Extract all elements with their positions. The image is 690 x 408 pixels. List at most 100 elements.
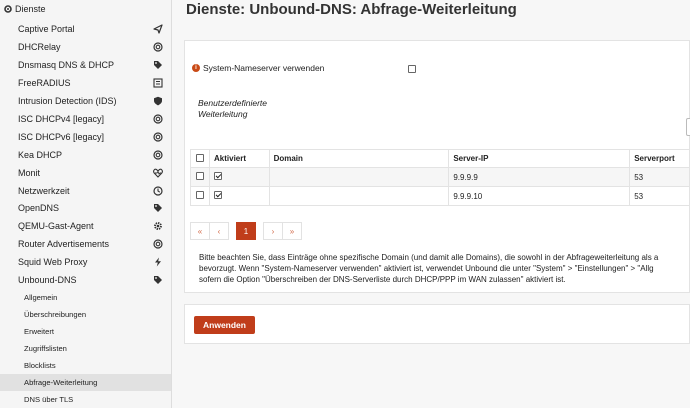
sidebar-item-label: OpenDNS — [18, 203, 60, 214]
sidebar-item-router-advertisements[interactable]: Router Advertisements — [0, 235, 171, 253]
sidebar-subitem-label: Abfrage-Weiterleitung — [24, 378, 98, 387]
sidebar-subitem-label: Zugriffslisten — [24, 344, 67, 353]
enabled-checkbox[interactable] — [214, 191, 222, 199]
sidebar-item-label: Dnsmasq DNS & DHCP — [18, 60, 115, 71]
row-select-checkbox[interactable] — [196, 191, 204, 199]
list-alt-icon — [153, 78, 163, 88]
serverport-cell: 53 — [629, 186, 690, 206]
custom-forwarding-line2: Weiterleitung — [198, 109, 248, 119]
sidebar-subitem-label: Blocklists — [24, 361, 56, 370]
sidebar-header-dienste[interactable]: Dienste — [0, 0, 171, 18]
sidebar-subitem-erweitert[interactable]: Erweitert — [0, 323, 171, 340]
bullseye-icon — [153, 150, 163, 160]
sidebar-item-label: Kea DHCP — [18, 149, 63, 160]
page-first-button[interactable]: « — [190, 222, 210, 240]
sidebar-subitem-blocklists[interactable]: Blocklists — [0, 357, 171, 374]
info-icon[interactable]: i — [192, 64, 200, 72]
sidebar-item-label: DHCRelay — [18, 42, 61, 53]
sidebar-subitem-label: DNS über TLS — [24, 395, 74, 404]
server-ip-cell: 9.9.9.9 — [448, 167, 631, 187]
sidebar-item-label: FreeRADIUS — [18, 78, 71, 89]
help-note-line1: Bitte beachten Sie, dass Einträge ohne s… — [199, 253, 659, 262]
gear-icon — [4, 5, 12, 13]
sidebar-item-label: Unbound-DNS — [18, 275, 77, 286]
sidebar-subitem-allgemein[interactable]: Allgemein — [0, 289, 171, 306]
sidebar-item-label: Intrusion Detection (IDS) — [18, 96, 117, 107]
tags-icon — [154, 204, 162, 213]
sidebar-subitem-label: Erweitert — [24, 327, 54, 336]
enabled-cell — [209, 186, 270, 206]
sidebar-item-opendns[interactable]: OpenDNS — [0, 200, 171, 218]
table-row[interactable]: 9.9.9.10 53 — [190, 186, 690, 206]
page-last-button[interactable]: » — [282, 222, 302, 240]
shield-icon — [154, 96, 162, 106]
sidebar-item-freeradius[interactable]: FreeRADIUS — [0, 74, 171, 92]
serverport-cell: 53 — [629, 167, 690, 187]
heartbeat-icon — [153, 168, 163, 178]
sidebar-subitem-label: Überschreibungen — [24, 310, 87, 319]
sidebar-subitem-label: Allgemein — [24, 293, 58, 302]
sidebar-item-label: Captive Portal — [18, 24, 75, 35]
select-all-cell — [190, 149, 210, 168]
sidebar-item-label: QEMU-Gast-Agent — [18, 221, 94, 232]
sidebar-item-dhcrelay[interactable]: DHCRelay — [0, 38, 171, 56]
sidebar-item-captive-portal[interactable]: Captive Portal — [0, 21, 171, 39]
grid-tool-button[interactable] — [686, 118, 690, 136]
apply-panel — [184, 304, 690, 344]
bullseye-icon — [153, 132, 163, 142]
row-select-cell — [190, 186, 210, 206]
pagination: « ‹ 1 › » — [190, 222, 302, 240]
sidebar-item-label: Router Advertisements — [18, 239, 110, 250]
sidebar-item-isc-dhcpv6-legacy[interactable]: ISC DHCPv6 [legacy] — [0, 128, 171, 146]
enabled-checkbox[interactable] — [214, 172, 222, 180]
system-nameserver-row: i System-Nameserver verwenden — [192, 63, 324, 73]
gear-icon — [154, 222, 162, 231]
col-header-enabled[interactable]: Aktiviert — [209, 149, 270, 168]
sidebar-item-dnsmasq-dns-dhcp[interactable]: Dnsmasq DNS & DHCP — [0, 56, 171, 74]
sidebar-item-label: ISC DHCPv4 [legacy] — [18, 113, 105, 124]
sidebar: Dienste Captive Portal DHCRelay Dnsmasq DN… — [0, 0, 172, 408]
tags-icon — [154, 276, 162, 285]
sidebar-subitem-dns-über-tls[interactable]: DNS über TLS — [0, 391, 171, 408]
col-header-server-ip[interactable]: Server-IP — [448, 149, 631, 168]
clock-icon — [153, 185, 163, 196]
table-row[interactable]: 9.9.9.9 53 — [190, 167, 690, 187]
domain-cell — [268, 186, 450, 206]
row-select-cell — [190, 167, 210, 187]
sidebar-item-isc-dhcpv4-legacy[interactable]: ISC DHCPv4 [legacy] — [0, 110, 171, 128]
row-select-checkbox[interactable] — [196, 172, 204, 180]
sidebar-item-label: ISC DHCPv6 [legacy] — [18, 131, 105, 142]
sidebar-item-label: Monit — [18, 167, 41, 178]
bullseye-icon — [153, 114, 163, 124]
sidebar-item-netzwerkzeit[interactable]: Netzwerkzeit — [0, 182, 171, 200]
help-note-line3: sofern die Option "Überschreiben der DNS… — [199, 275, 566, 284]
server-ip-cell: 9.9.9.10 — [448, 186, 631, 206]
sidebar-item-kea-dhcp[interactable]: Kea DHCP — [0, 146, 171, 164]
sidebar-subitem-überschreibungen[interactable]: Überschreibungen — [0, 306, 171, 323]
sidebar-subitem-zugriffslisten[interactable]: Zugriffslisten — [0, 340, 171, 357]
system-nameserver-checkbox[interactable] — [408, 65, 416, 73]
bolt-icon — [155, 257, 161, 267]
sidebar-item-unbound-dns[interactable]: Unbound-DNS — [0, 271, 171, 289]
col-header-serverport[interactable]: Serverport — [629, 149, 690, 168]
sidebar-subitem-abfrage-weiterleitung[interactable]: Abfrage-Weiterleitung — [0, 374, 171, 391]
select-all-checkbox[interactable] — [196, 153, 204, 162]
page-prev-button[interactable]: ‹ — [209, 222, 229, 240]
enabled-cell — [209, 167, 270, 187]
help-note: Bitte beachten Sie, dass Einträge ohne s… — [199, 252, 690, 285]
sidebar-item-label: Squid Web Proxy — [18, 257, 88, 268]
sidebar-item-squid-web-proxy[interactable]: Squid Web Proxy — [0, 253, 171, 271]
sidebar-item-intrusion-detection-ids[interactable]: Intrusion Detection (IDS) — [0, 92, 171, 110]
sidebar-item-label: Netzwerkzeit — [18, 185, 70, 196]
domain-cell — [268, 167, 450, 187]
custom-forwarding-line1: Benutzerdefinierte — [198, 98, 267, 108]
page-next-button[interactable]: › — [263, 222, 283, 240]
page-current-button[interactable]: 1 — [236, 222, 256, 240]
page-title: Dienste: Unbound-DNS: Abfrage-Weiterleit… — [186, 1, 517, 18]
col-header-domain[interactable]: Domain — [268, 149, 450, 168]
sidebar-item-qemu-gast-agent[interactable]: QEMU-Gast-Agent — [0, 217, 171, 235]
sidebar-item-monit[interactable]: Monit — [0, 164, 171, 182]
paper-plane-icon — [153, 24, 163, 35]
apply-button[interactable]: Anwenden — [194, 316, 255, 334]
bullseye-icon — [153, 42, 163, 52]
